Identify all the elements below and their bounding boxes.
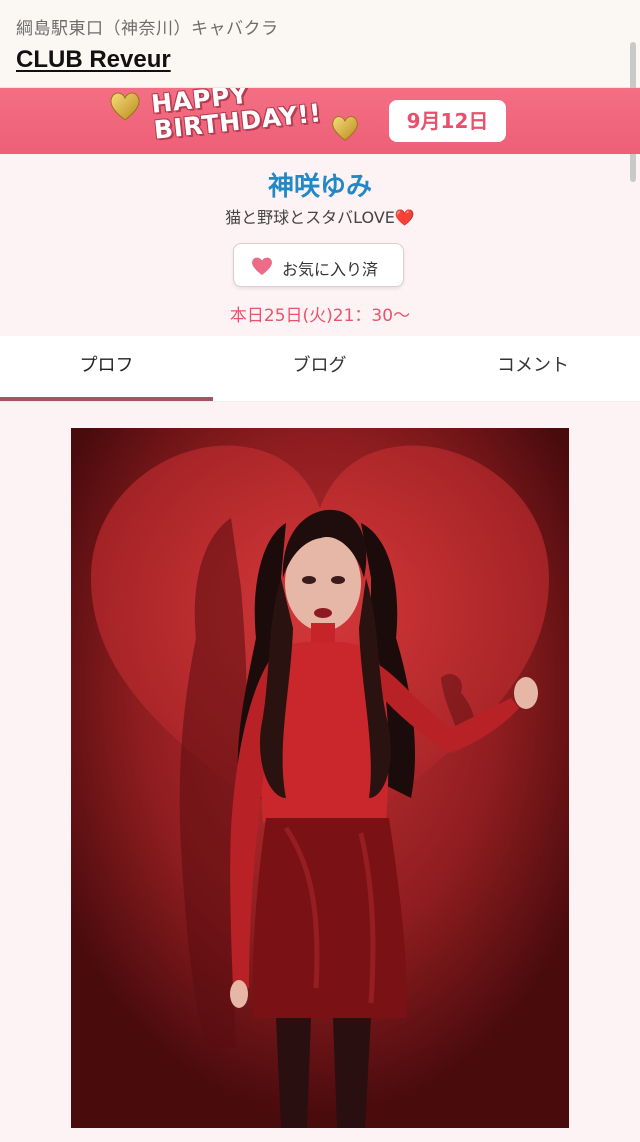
heart-icon [252,257,272,275]
work-schedule: 本日25日(火)21：30〜 [229,306,411,326]
cast-photo[interactable] [71,428,569,1128]
birthday-banner: HAPPY BIRTHDAY!! 9月12日 [0,88,640,154]
gold-heart-icon [332,116,358,141]
birthday-date-badge: 9月12日 [389,100,506,142]
heart-emoji-icon: ❤️ [394,208,415,227]
area-category-label: 綱島駅東口（神奈川）キャバクラ [16,19,279,39]
profile-tabs: プロフ ブログ コメント [0,336,640,402]
tab-profile[interactable]: プロフ [0,336,213,398]
happy-birthday-title: HAPPY BIRTHDAY!! [150,88,323,145]
gold-heart-icon [110,92,140,121]
site-header: 綱島駅東口（神奈川）キャバクラ CLUB Reveur [0,0,640,88]
tagline-text: 猫と野球とスタバLOVE [225,208,395,227]
cast-tagline: 猫と野球とスタバLOVE❤️ [0,204,640,228]
cast-photo-illustration [71,428,569,1128]
favorite-button[interactable]: お気に入り済 [233,243,404,287]
tab-blog[interactable]: ブログ [213,336,426,398]
tab-comment[interactable]: コメント [426,336,640,398]
club-name-link[interactable]: CLUB Reveur [16,46,171,74]
active-tab-indicator [0,397,213,401]
favorite-button-label: お気に入り済 [282,260,379,279]
cast-name: 神咲ゆみ [267,172,372,202]
